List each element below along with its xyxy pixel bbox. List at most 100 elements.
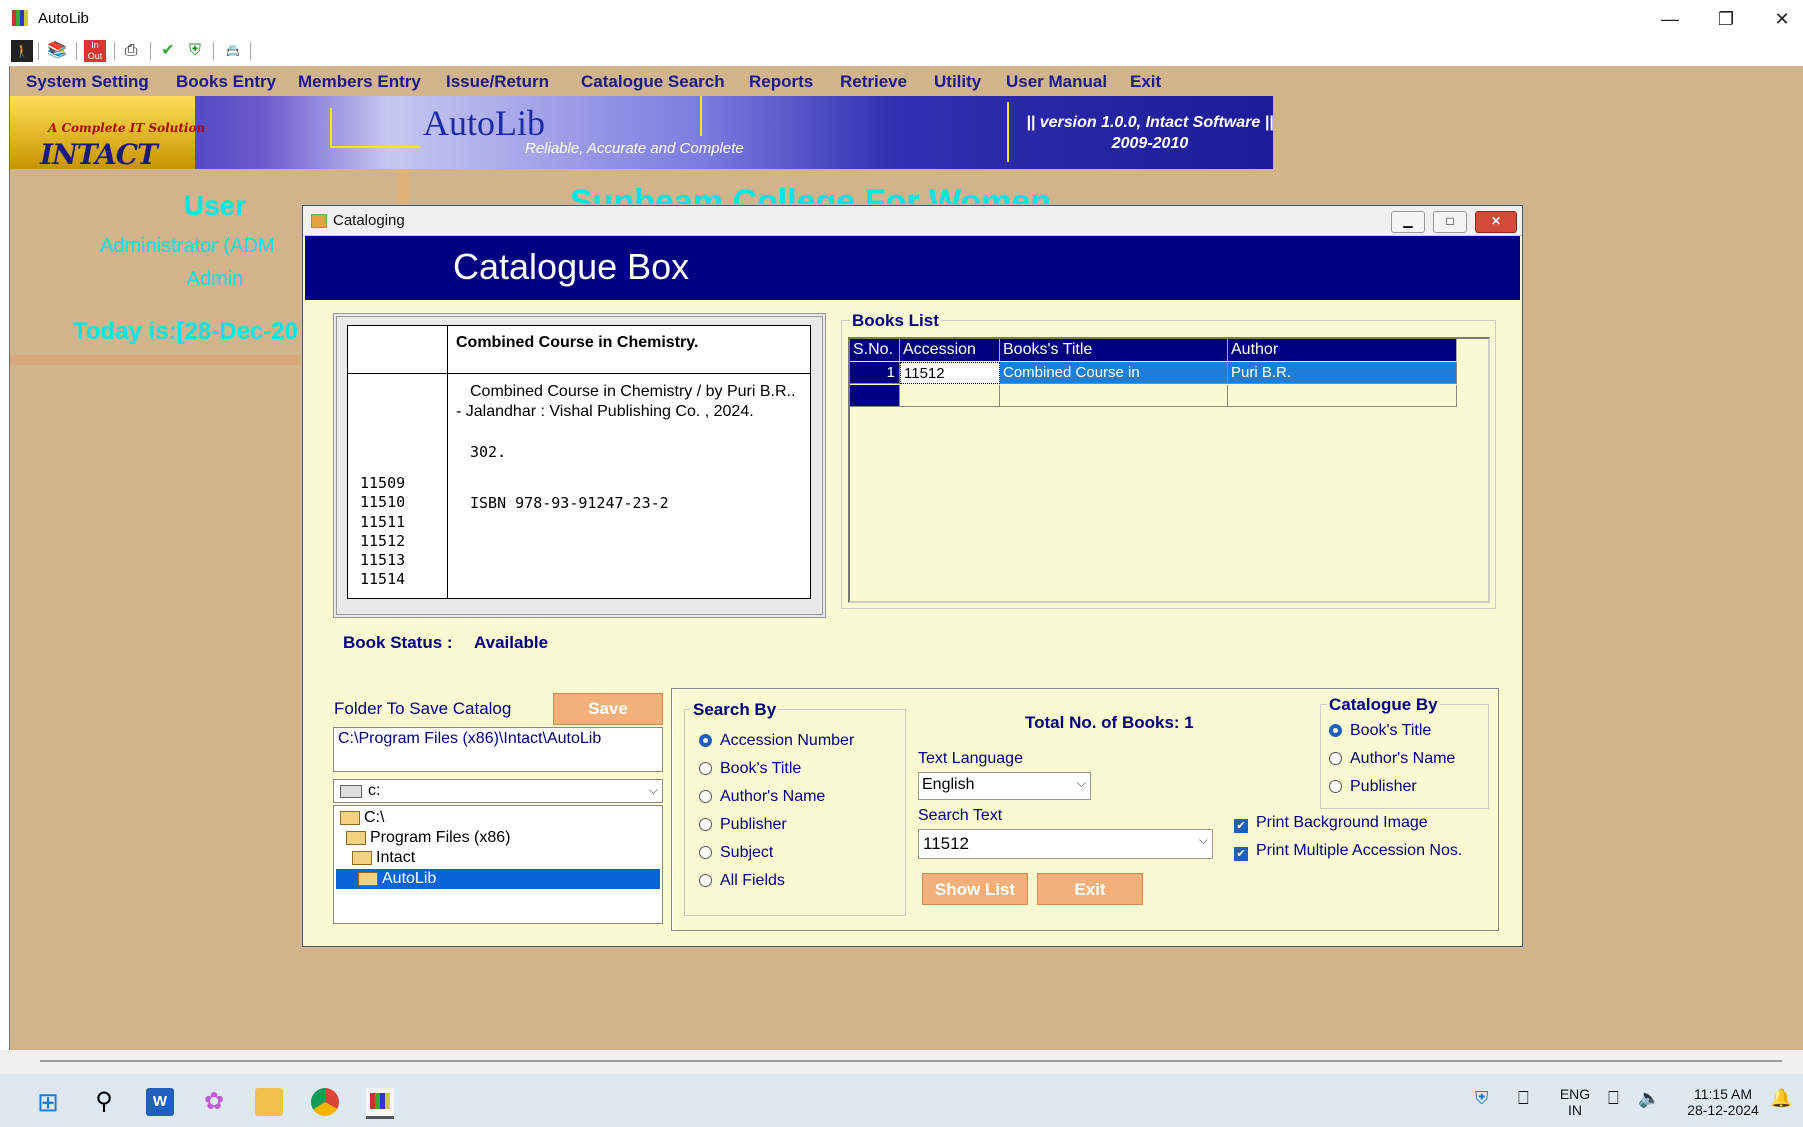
minimize-icon[interactable]: — [1642, 0, 1698, 38]
menu-utility[interactable]: Utility [934, 72, 981, 92]
radio-icon [699, 874, 712, 887]
dialog-maximize-icon[interactable]: □ [1433, 211, 1467, 233]
show-list-button[interactable]: Show List [922, 873, 1028, 905]
restore-icon[interactable]: ❐ [1698, 0, 1754, 38]
column-header-sno[interactable]: S.No. [850, 339, 900, 361]
search-panel: Search By Accession Number Book's Title … [671, 688, 1499, 931]
copilot-icon[interactable]: ✿ [200, 1088, 228, 1116]
menu-exit[interactable]: Exit [1130, 72, 1161, 92]
radio-catalogue-publisher[interactable]: Publisher [1329, 778, 1417, 796]
radio-catalogue-book-title[interactable]: Book's Title [1329, 722, 1431, 740]
autolib-icon[interactable] [366, 1088, 394, 1119]
radio-subject[interactable]: Subject [699, 844, 773, 862]
column-header-title[interactable]: Books's Title [1000, 339, 1228, 361]
language-indicator[interactable]: ENG IN [1555, 1086, 1595, 1118]
drive-select[interactable]: c: ⌵ [333, 779, 663, 803]
logo-tagline: A Complete IT Solution [48, 121, 206, 135]
horizontal-scrollbar[interactable] [40, 1060, 1782, 1062]
search-text-combo[interactable]: 11512 ⌵ [918, 829, 1213, 859]
new-row-header[interactable] [850, 385, 900, 407]
banner-line [330, 146, 420, 148]
toolbar-separator [250, 42, 251, 60]
check-icon[interactable]: ✔ [157, 40, 179, 62]
notification-bell-icon[interactable]: 🔔 [1770, 1088, 1792, 1109]
dialog-minimize-icon[interactable]: ▁ [1391, 211, 1425, 233]
menu-issue-return[interactable]: Issue/Return [446, 72, 549, 92]
menu-system-setting[interactable]: System Setting [26, 72, 149, 92]
checkbox-label: Print Background Image [1256, 814, 1428, 831]
books-list-legend: Books List [850, 311, 941, 331]
card-accession: 11514 [360, 570, 406, 589]
dialog-close-icon[interactable]: ✕ [1475, 211, 1517, 233]
close-icon[interactable]: ✕ [1754, 0, 1803, 38]
radio-publisher[interactable]: Publisher [699, 816, 787, 834]
chevron-down-icon: ⌵ [648, 783, 658, 797]
menu-books-entry[interactable]: Books Entry [176, 72, 276, 92]
radio-icon [699, 762, 712, 775]
new-row-cell[interactable] [1000, 385, 1228, 407]
table-cell-sno[interactable]: 1 [850, 362, 900, 384]
new-row-cell[interactable] [900, 385, 1000, 407]
exit-button[interactable]: Exit [1037, 873, 1143, 905]
chrome-icon[interactable] [311, 1088, 339, 1116]
horizontal-scrollbar-area [0, 1050, 1803, 1074]
tree-node-selected[interactable]: AutoLib [336, 869, 660, 889]
left-border [9, 66, 10, 1074]
column-header-author[interactable]: Author [1228, 339, 1457, 361]
menu-user-manual[interactable]: User Manual [1006, 72, 1107, 92]
menu-reports[interactable]: Reports [749, 72, 813, 92]
print-multiple-accession-checkbox[interactable]: ✔ Print Multiple Accession Nos. [1234, 842, 1462, 861]
text-language-value: English [922, 776, 975, 793]
print-background-checkbox[interactable]: ✔ Print Background Image [1234, 814, 1428, 833]
directory-tree[interactable]: C:\ Program Files (x86) Intact AutoLib [333, 805, 663, 924]
menu-retrieve[interactable]: Retrieve [840, 72, 907, 92]
radio-book-title[interactable]: Book's Title [699, 760, 801, 778]
member-icon[interactable]: 🚶 [11, 40, 33, 62]
toolbar-separator [76, 42, 77, 60]
usb-icon[interactable]: ⎕ [1518, 1088, 1529, 1109]
shield-icon[interactable]: ⛨ [184, 40, 206, 62]
word-icon[interactable]: W [146, 1088, 174, 1116]
tree-node[interactable]: Program Files (x86) [346, 828, 510, 848]
file-explorer-icon[interactable] [255, 1088, 283, 1116]
app-banner: A Complete IT Solution INTACT AutoLib Re… [10, 96, 1274, 171]
radio-catalogue-author-name[interactable]: Author's Name [1329, 750, 1455, 768]
volume-icon[interactable]: 🔈 [1638, 1088, 1660, 1109]
books-icon[interactable]: 📚 [46, 40, 68, 62]
books-grid[interactable]: S.No. Accession Books's Title Author 1 1… [848, 337, 1490, 603]
security-icon[interactable]: ⛨ [1475, 1088, 1489, 1109]
clock[interactable]: 11:15 AM 28-12-2024 [1678, 1086, 1768, 1118]
tree-node[interactable]: C:\ [340, 808, 384, 828]
menu-members-entry[interactable]: Members Entry [298, 72, 421, 92]
search-icon[interactable]: ⚲ [90, 1088, 118, 1116]
table-cell-title[interactable]: Combined Course in [1000, 362, 1228, 384]
dialog-titlebar: Cataloging ▁ □ ✕ [303, 206, 1522, 236]
radio-icon [699, 790, 712, 803]
radio-accession-number[interactable]: Accession Number [699, 732, 854, 750]
new-row-cell[interactable] [1228, 385, 1457, 407]
tree-node[interactable]: Intact [352, 848, 415, 868]
radio-all-fields[interactable]: All Fields [699, 872, 785, 890]
table-cell-author[interactable]: Puri B.R. [1228, 362, 1457, 384]
banner-version: || version 1.0.0, Intact Software || 200… [1020, 112, 1280, 154]
print-icon[interactable]: ⎙ [120, 40, 142, 62]
menubar: System Setting Books Entry Members Entry… [10, 66, 1803, 96]
background-stripe [397, 169, 409, 209]
logo-name: INTACT [40, 138, 158, 171]
column-header-accession[interactable]: Accession [900, 339, 1000, 361]
banner-line [700, 96, 702, 136]
window-titlebar: AutoLib — ❐ ✕ [0, 0, 1803, 38]
network-icon[interactable]: ⎕ [1608, 1088, 1619, 1109]
table-cell-accession[interactable]: 11512 [900, 362, 1000, 384]
inout-icon[interactable]: In Out [84, 40, 106, 62]
menu-catalogue-search[interactable]: Catalogue Search [581, 72, 725, 92]
radio-icon [699, 818, 712, 831]
text-language-select[interactable]: English ⌵ [918, 772, 1091, 800]
card-accession: 11510 [360, 493, 406, 512]
radio-author-name[interactable]: Author's Name [699, 788, 825, 806]
save-button[interactable]: Save [553, 693, 663, 725]
card-icon[interactable]: 📇 [222, 40, 244, 62]
folder-path-field[interactable]: C:\Program Files (x86)\Intact\AutoLib [333, 727, 663, 772]
windows-start-icon[interactable]: ⊞ [34, 1088, 62, 1116]
user-heading: User [183, 190, 247, 221]
